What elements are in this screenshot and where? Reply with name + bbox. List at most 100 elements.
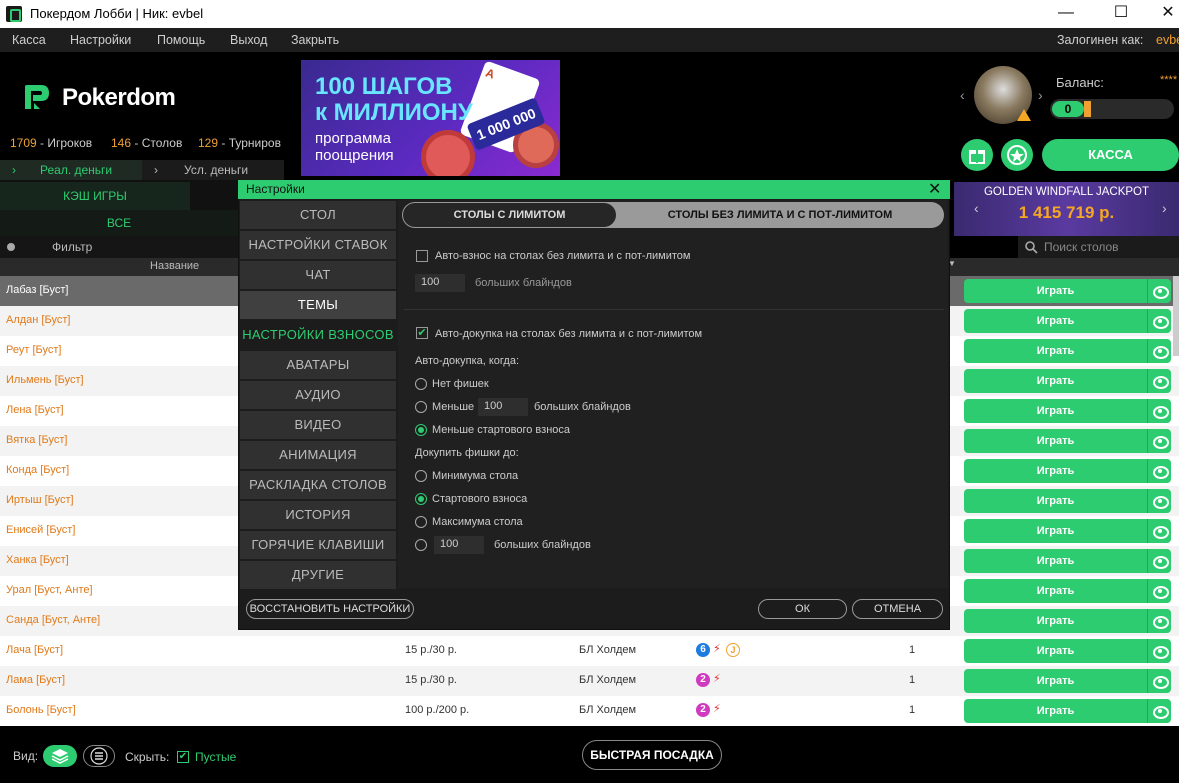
play-button[interactable]: Играть bbox=[964, 399, 1147, 423]
eye-icon[interactable] bbox=[1147, 669, 1171, 693]
play-button[interactable]: Играть bbox=[964, 339, 1147, 363]
menu-settings[interactable]: Настройки bbox=[70, 33, 131, 47]
avatar-next-icon[interactable]: › bbox=[1038, 87, 1043, 103]
play-button[interactable]: Играть bbox=[964, 309, 1147, 333]
cancel-button[interactable]: ОТМЕНА bbox=[852, 599, 943, 619]
players-stat: 1709 - Игроков bbox=[10, 136, 93, 150]
settings-nav-item[interactable]: АУДИО bbox=[240, 381, 396, 409]
radio-start-buyin[interactable] bbox=[415, 493, 427, 505]
auto-rebuy-when-label: Авто-докупка, когда: bbox=[415, 355, 520, 367]
column-name[interactable]: Название bbox=[150, 260, 199, 272]
eye-icon[interactable] bbox=[1147, 369, 1171, 393]
eye-icon[interactable] bbox=[1147, 609, 1171, 633]
less-start-label: Меньше стартового взноса bbox=[432, 424, 571, 436]
settings-nav-item[interactable]: ДРУГИЕ bbox=[240, 561, 396, 589]
fast-seat-button[interactable]: БЫСТРАЯ ПОСАДКА bbox=[582, 740, 722, 770]
play-button[interactable]: Играть bbox=[964, 279, 1147, 303]
jackpot-value: 1 415 719 р. bbox=[1018, 203, 1115, 222]
settings-nav-item[interactable]: ВИДЕО bbox=[240, 411, 396, 439]
settings-nav-item[interactable]: ЧАТ bbox=[240, 261, 396, 289]
table-name: Лача [Буст] bbox=[6, 644, 64, 656]
hide-empty-checkbox[interactable]: ✔ bbox=[177, 751, 189, 763]
search-input[interactable]: Поиск столов bbox=[1018, 236, 1179, 258]
eye-icon[interactable] bbox=[1147, 699, 1171, 723]
tab-all[interactable]: ВСЕ bbox=[0, 210, 238, 236]
play-button[interactable]: Играть bbox=[964, 519, 1147, 543]
cashier-button[interactable]: КАССА bbox=[1042, 139, 1179, 171]
settings-nav-item[interactable]: ИСТОРИЯ bbox=[240, 501, 396, 529]
jackpot-prev-icon[interactable]: ‹ bbox=[974, 200, 979, 216]
settings-nav-item[interactable]: ГОРЯЧИЕ КЛАВИШИ bbox=[240, 531, 396, 559]
rebuy-bb-input[interactable]: 100 bbox=[434, 536, 484, 554]
view-stack-button[interactable] bbox=[43, 745, 77, 767]
play-button[interactable]: Играть bbox=[964, 459, 1147, 483]
view-list-button[interactable] bbox=[83, 745, 115, 767]
eye-icon[interactable] bbox=[1147, 579, 1171, 603]
table-row[interactable]: Лама [Буст] 15 р./30 р. БЛ Холдем 1 Играть 2 ⚡ bbox=[0, 666, 1179, 696]
auto-buyin-input[interactable]: 100 bbox=[415, 274, 465, 292]
eye-icon[interactable] bbox=[1147, 309, 1171, 333]
settings-nav-item[interactable]: СТОЛ bbox=[240, 201, 396, 229]
menu-cashier[interactable]: Касса bbox=[12, 33, 46, 47]
play-button[interactable]: Играть bbox=[964, 699, 1147, 723]
eye-icon[interactable] bbox=[1147, 429, 1171, 453]
maximize-button[interactable]: ☐ bbox=[1098, 0, 1144, 28]
menu-help[interactable]: Помощь bbox=[157, 33, 205, 47]
auto-rebuy-checkbox[interactable]: ✔ bbox=[416, 327, 428, 339]
tab-cash-games[interactable]: КЭШ ИГРЫ bbox=[0, 182, 190, 210]
play-button[interactable]: Играть bbox=[964, 429, 1147, 453]
play-button[interactable]: Играть bbox=[964, 369, 1147, 393]
menu-close[interactable]: Закрыть bbox=[291, 33, 339, 47]
settings-nav-item[interactable]: НАСТРОЙКИ ВЗНОСОВ bbox=[240, 321, 396, 349]
play-button[interactable]: Играть bbox=[964, 549, 1147, 573]
play-button[interactable]: Играть bbox=[964, 669, 1147, 693]
gift-button[interactable] bbox=[961, 139, 993, 171]
radio-bb-amount[interactable] bbox=[415, 539, 427, 551]
radio-no-chips[interactable] bbox=[415, 378, 427, 390]
table-row[interactable]: Лача [Буст] 15 р./30 р. БЛ Холдем 1 Играть 6 ⚡… bbox=[0, 636, 1179, 666]
less-value-input[interactable]: 100 bbox=[478, 398, 528, 416]
radio-less-than[interactable] bbox=[415, 401, 427, 413]
tab-nolimit-tables[interactable]: СТОЛЫ БЕЗ ЛИМИТА И С ПОТ-ЛИМИТОМ bbox=[616, 203, 944, 227]
avatar-prev-icon[interactable]: ‹ bbox=[960, 87, 965, 103]
settings-nav-item[interactable]: ТЕМЫ bbox=[240, 291, 396, 319]
table-players: 1 bbox=[909, 704, 916, 716]
tab-play-money[interactable]: Усл. деньги bbox=[142, 160, 284, 180]
ok-button[interactable]: ОК bbox=[758, 599, 847, 619]
tab-limit-tables[interactable]: СТОЛЫ С ЛИМИТОМ bbox=[403, 203, 616, 227]
restore-settings-button[interactable]: ВОССТАНОВИТЬ НАСТРОЙКИ bbox=[246, 599, 414, 619]
eye-icon[interactable] bbox=[1147, 549, 1171, 573]
eye-icon[interactable] bbox=[1147, 339, 1171, 363]
rewards-button[interactable] bbox=[1001, 139, 1033, 171]
jackpot-next-icon[interactable]: › bbox=[1162, 200, 1167, 216]
eye-icon[interactable] bbox=[1147, 489, 1171, 513]
eye-icon[interactable] bbox=[1147, 399, 1171, 423]
play-button[interactable]: Играть bbox=[964, 639, 1147, 663]
eye-icon[interactable] bbox=[1147, 639, 1171, 663]
filter-bar[interactable]: Фильтр bbox=[0, 236, 240, 258]
minimize-button[interactable]: — bbox=[1043, 0, 1089, 28]
close-window-button[interactable]: ✕ bbox=[1145, 0, 1179, 28]
radio-min-table[interactable] bbox=[415, 470, 427, 482]
promo-banner[interactable]: A 1 000 000 100 ШАГОВ к МИЛЛИОНУ программ… bbox=[301, 60, 560, 176]
tab-real-money[interactable]: Реал. деньги bbox=[0, 160, 142, 180]
play-button[interactable]: Играть bbox=[964, 489, 1147, 513]
eye-icon[interactable] bbox=[1147, 459, 1171, 483]
hide-empty-label[interactable]: Пустые bbox=[195, 750, 236, 764]
eye-icon[interactable] bbox=[1147, 279, 1171, 303]
eye-icon[interactable] bbox=[1147, 519, 1171, 543]
auto-buyin-checkbox[interactable] bbox=[416, 250, 428, 262]
radio-max-table[interactable] bbox=[415, 516, 427, 528]
radio-less-start[interactable] bbox=[415, 424, 427, 436]
dialog-close-icon[interactable]: ✕ bbox=[928, 179, 941, 199]
table-row[interactable]: Болонь [Буст] 100 р./200 р. БЛ Холдем 1 Игра… bbox=[0, 696, 1179, 726]
min-table-label: Минимума стола bbox=[432, 470, 519, 482]
settings-nav-item[interactable]: АВАТАРЫ bbox=[240, 351, 396, 379]
menu-logout[interactable]: Выход bbox=[230, 33, 267, 47]
play-button[interactable]: Играть bbox=[964, 609, 1147, 633]
settings-nav-item[interactable]: НАСТРОЙКИ СТАВОК bbox=[240, 231, 396, 259]
settings-nav-item[interactable]: АНИМАЦИЯ bbox=[240, 441, 396, 469]
scrollbar[interactable] bbox=[1173, 276, 1179, 356]
play-button[interactable]: Играть bbox=[964, 579, 1147, 603]
settings-nav-item[interactable]: РАСКЛАДКА СТОЛОВ bbox=[240, 471, 396, 499]
